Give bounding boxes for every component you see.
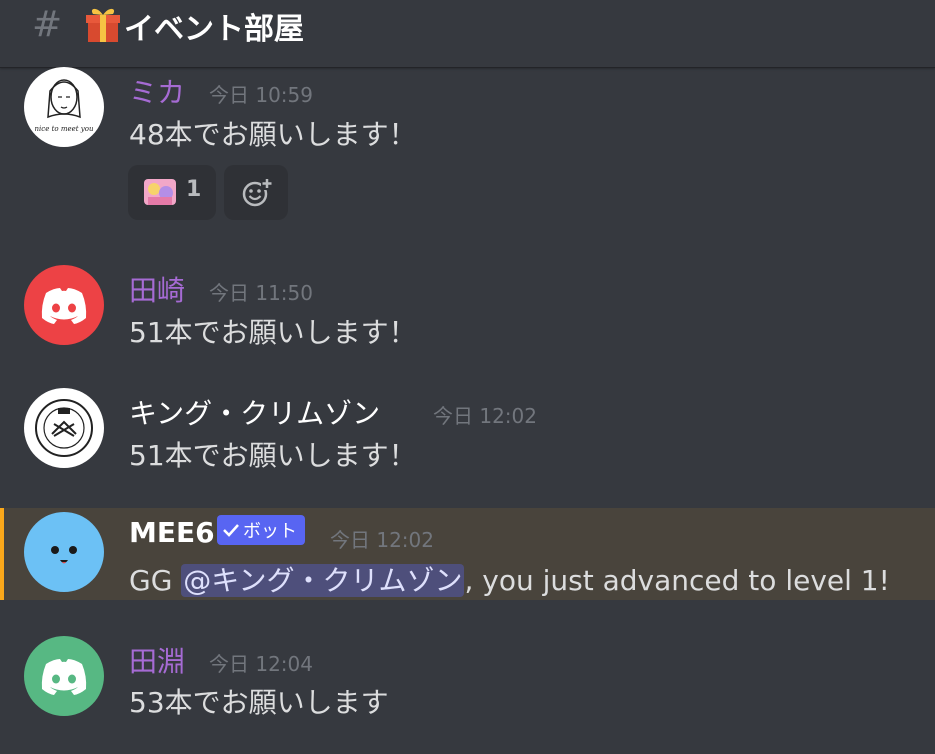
stamp-logo-icon [35,399,93,457]
add-reaction-button[interactable] [224,165,288,220]
channel-header: # イベント部屋 [0,0,935,68]
avatar[interactable]: nice to meet you [24,67,104,147]
timestamp: 今日 11:50 [209,281,313,305]
message-text-before: GG [129,564,182,597]
message-text: 48本でお願いします！ [129,118,417,151]
timestamp: 今日 12:02 [330,528,434,552]
avatar[interactable] [24,636,104,716]
avatar[interactable] [24,388,104,468]
message-text: 51本でお願いします！ [129,316,417,349]
avatar-illustration: nice to meet you [35,79,94,133]
user-mention[interactable]: @キング・クリムゾン [181,564,465,597]
username[interactable]: MEE6 [129,516,215,549]
avatar[interactable] [24,512,104,592]
channel-name: イベント部屋 [124,12,304,47]
add-reaction-icon [242,178,273,207]
timestamp: 今日 12:04 [209,652,313,676]
gift-icon [86,8,120,42]
message-text: 51本でお願いします！ [129,439,417,472]
discord-logo-icon [41,659,87,695]
username[interactable]: 田淵 [129,640,185,680]
timestamp: 今日 10:59 [209,83,313,107]
reaction-count: 1 [186,177,202,202]
username[interactable]: 田崎 [129,269,185,309]
bot-tag: ボット [217,515,305,545]
image-emoji-icon [144,179,176,205]
username[interactable]: キング・クリムゾン [129,392,380,432]
mention-bar [0,508,4,600]
bot-tag-label: ボット [243,521,297,542]
message-text: GG @キング・クリムゾン, you just advanced to leve… [129,559,890,599]
message-text: 53本でお願いします [129,686,389,719]
mee6-face-icon [51,546,77,564]
timestamp: 今日 12:02 [433,404,537,428]
discord-logo-icon [41,288,87,324]
username[interactable]: ミカ [129,71,185,111]
hash-icon: # [32,4,63,45]
message-text-after: , you just advanced to level 1! [464,564,890,597]
verified-check-icon [223,524,239,537]
svg-text:nice to meet you: nice to meet you [35,125,94,133]
avatar[interactable] [24,265,104,345]
reaction-button[interactable]: 1 [128,165,216,220]
